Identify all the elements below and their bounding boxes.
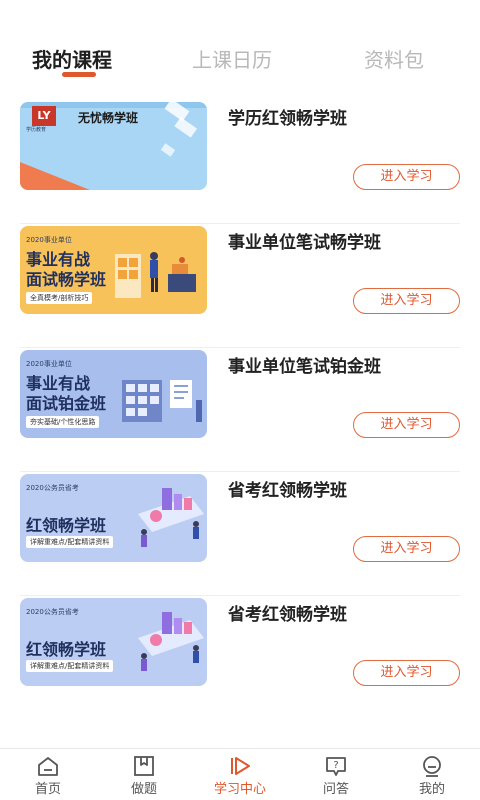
course-thumbnail: 2020公务员省考 红领畅学班 详解重难点/配套精讲资料 [20, 474, 207, 562]
thumbnail-tag: 夯实基础/个性化思路 [26, 416, 100, 428]
thumbnail-headline: 面试畅学班 [26, 270, 107, 289]
course-item[interactable]: 2020事业单位 事业有战 面试畅学班 全真模考/剖析技巧 事业单位笔试畅学班 … [0, 224, 480, 348]
course-item[interactable]: 2020公务员省考 红领畅学班 详解重难点/配套精讲资料 省考红领畅学班 进入学… [0, 596, 480, 720]
tab-class-calendar[interactable]: 上课日历 [192, 44, 272, 73]
svg-text:?: ? [333, 760, 338, 771]
play-icon [231, 757, 250, 775]
course-item[interactable]: LY 学历教育 无忧畅学班 学历红领畅学班 进入学习 [0, 100, 480, 224]
thumbnail-tag: 全真模考/剖析技巧 [26, 292, 93, 304]
course-title: 事业单位笔试铂金班 [228, 357, 381, 377]
active-tab-indicator [62, 72, 96, 77]
thumbnail-headline: 红领畅学班 [26, 516, 107, 535]
home-icon [38, 757, 58, 776]
thumbnail-headline: 面试铂金班 [26, 394, 107, 413]
nav-label: 首页 [34, 782, 61, 797]
tab-materials[interactable]: 资料包 [364, 44, 424, 73]
nav-profile[interactable]: 我的 [384, 749, 480, 800]
enter-study-button[interactable]: 进入学习 [353, 536, 460, 562]
course-thumbnail: 2020事业单位 事业有战 面试畅学班 全真模考/剖析技巧 [20, 226, 207, 314]
nav-practice[interactable]: 做题 [96, 749, 192, 800]
enter-study-button[interactable]: 进入学习 [353, 660, 460, 686]
enter-study-button[interactable]: 进入学习 [353, 288, 460, 314]
tab-my-courses[interactable]: 我的课程 [32, 44, 112, 73]
course-title: 事业单位笔试畅学班 [228, 233, 381, 253]
thumbnail-caption: 2020事业单位 [26, 360, 72, 368]
practice-icon [134, 756, 154, 776]
course-item[interactable]: 2020公务员省考 红领畅学班 详解重难点/配套精讲资料 省考红领畅学班 进入学… [0, 472, 480, 596]
nav-qa[interactable]: ? 问答 [288, 749, 384, 800]
thumbnail-tag: 详解重难点/配套精讲资料 [26, 536, 114, 548]
thumbnail-headline: 无忧畅学班 [78, 111, 139, 125]
profile-icon [423, 756, 441, 777]
thumbnail-caption: 2020事业单位 [26, 236, 72, 244]
nav-label: 问答 [322, 782, 349, 797]
nav-label: 做题 [130, 782, 157, 797]
enter-study-button[interactable]: 进入学习 [353, 164, 460, 190]
nav-label: 学习中心 [213, 782, 266, 797]
bottom-nav-bar: 首页 做题 学习中心 ? 问答 我的 [0, 748, 480, 800]
thumbnail-headline: 红领畅学班 [26, 640, 107, 659]
course-thumbnail: 2020公务员省考 红领畅学班 详解重难点/配套精讲资料 [20, 598, 207, 686]
thumbnail-caption: 2020公务员省考 [26, 484, 79, 492]
course-title: 省考红领畅学班 [228, 481, 347, 501]
nav-label: 我的 [418, 782, 445, 797]
thumbnail-caption: 2020公务员省考 [26, 608, 79, 616]
course-thumbnail: 2020事业单位 事业有战 面试铂金班 夯实基础/个性化思路 [20, 350, 207, 438]
course-title: 学历红领畅学班 [228, 109, 347, 129]
thumbnail-tag: 详解重难点/配套精讲资料 [26, 660, 114, 672]
qa-icon: ? [326, 757, 346, 776]
enter-study-button[interactable]: 进入学习 [353, 412, 460, 438]
nav-study-center[interactable]: 学习中心 [192, 749, 288, 800]
top-tab-bar: 我的课程 上课日历 资料包 [0, 36, 480, 86]
course-item[interactable]: 2020事业单位 事业有战 面试铂金班 夯实基础/个性化思路 事业单位笔试铂金班… [0, 348, 480, 472]
course-thumbnail: LY 学历教育 无忧畅学班 [20, 102, 207, 190]
nav-home[interactable]: 首页 [0, 749, 96, 800]
logo-icon: LY [32, 106, 56, 126]
course-title: 省考红领畅学班 [228, 605, 347, 625]
thumbnail-brand: 学历教育 [26, 127, 47, 133]
